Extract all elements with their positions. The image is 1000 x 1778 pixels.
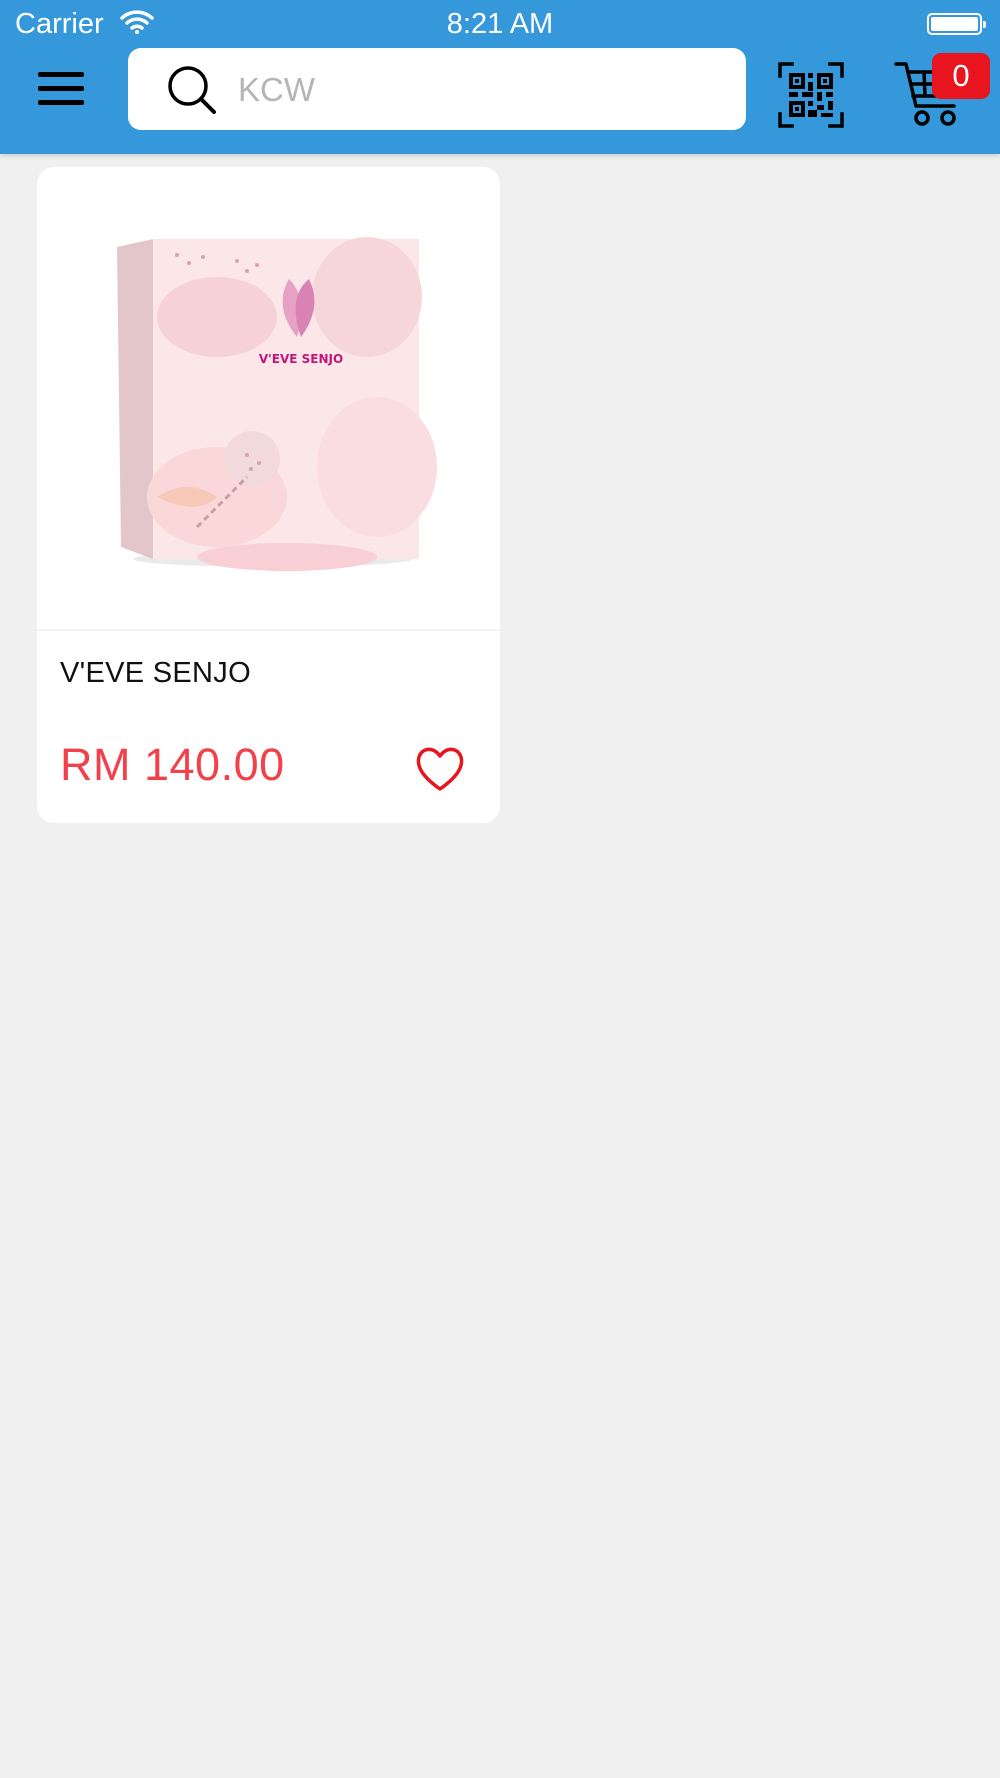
search-input[interactable] xyxy=(236,64,720,116)
status-time: 8:21 AM xyxy=(446,8,554,40)
heart-outline-icon[interactable] xyxy=(415,745,465,793)
product-card[interactable]: V'EVE SENJO V'EVE SENJO RM 140.00 xyxy=(37,167,500,823)
cart-count-badge: 0 xyxy=(932,53,990,99)
menu-button[interactable] xyxy=(38,72,86,106)
search-icon xyxy=(168,66,216,114)
search-bar xyxy=(128,48,746,130)
qr-code-scanner-icon[interactable] xyxy=(778,62,844,128)
product-image[interactable]: V'EVE SENJO xyxy=(37,167,500,629)
top-app-bar: Carrier 8:21 AM KCW 0 xyxy=(0,0,1000,154)
card-divider xyxy=(37,629,500,631)
product-image-brand-text: V'EVE SENJO xyxy=(259,352,343,366)
product-price: RM 140.00 xyxy=(60,739,285,790)
battery-icon xyxy=(927,13,986,35)
status-bar: Carrier 8:21 AM xyxy=(0,0,1000,48)
product-name[interactable]: V'EVE SENJO xyxy=(60,657,251,690)
